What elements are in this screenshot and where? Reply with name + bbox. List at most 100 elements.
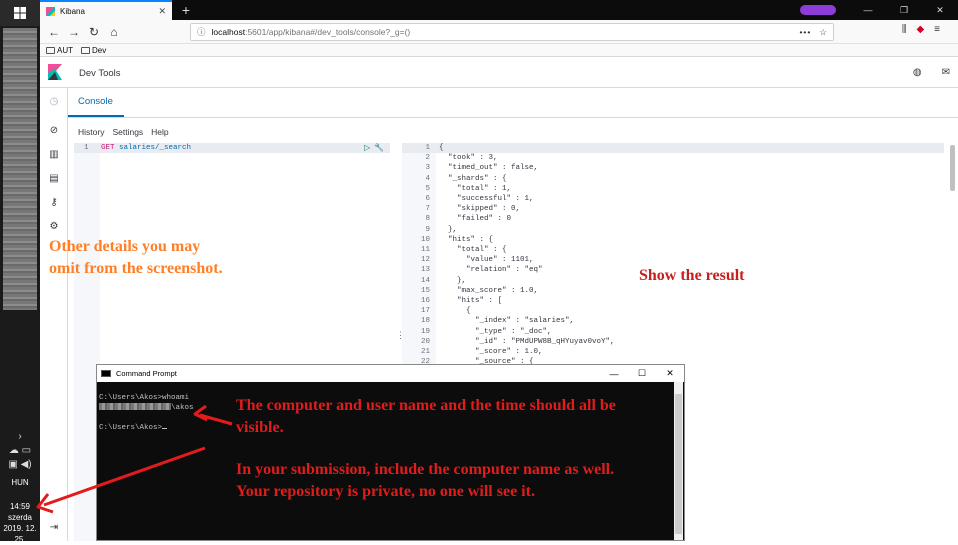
cmd-scrollbar[interactable] [674, 382, 683, 540]
menu-settings[interactable]: Settings [112, 127, 143, 137]
response-line-text: "hits" : [ [439, 297, 503, 305]
response-line-text: "skipped" : 0, [439, 205, 521, 214]
help-globe-icon[interactable]: ◍ [913, 67, 922, 78]
mail-icon[interactable]: ✉ [942, 67, 950, 78]
response-line-text: "_id" : "PMdUPW8B_qHYuyav0voY", [439, 337, 615, 346]
response-line-number: 17 [420, 307, 430, 316]
console-menu: History Settings Help [78, 127, 169, 137]
response-line-number: 1 [425, 144, 430, 152]
response-line: 21 "_score" : 1.0, [402, 348, 942, 358]
response-line: 10 "hits" : { [402, 236, 942, 246]
cmd-window-controls: — ☐ ✕ [600, 365, 684, 382]
response-line-number: 14 [420, 276, 430, 285]
cmd-close-button[interactable]: ✕ [656, 368, 684, 379]
response-line-number: 2 [425, 154, 430, 163]
windows-taskbar: › ☁ ▭ ▣ ◀) HUN 14:59 szerda 2019. 12. 25… [0, 0, 40, 544]
extension-shield-icon[interactable]: ◆ [916, 24, 924, 35]
cmd-scroll-thumb[interactable] [675, 394, 682, 534]
recent-clock-icon[interactable]: ◷ [48, 96, 60, 108]
dashboard-icon[interactable]: ▤ [48, 173, 60, 185]
response-line-number: 9 [425, 225, 430, 234]
close-tab-icon[interactable]: ✕ [158, 6, 166, 17]
menu-history[interactable]: History [78, 127, 104, 137]
editor-request-line[interactable]: GET salaries/_search [101, 144, 191, 152]
response-line-number: 21 [420, 348, 430, 356]
menu-help[interactable]: Help [151, 127, 168, 137]
page-actions-icon[interactable]: ••• [799, 27, 811, 37]
kibana-header: Dev Tools ◍ ✉ [40, 58, 958, 88]
cmd-cursor [162, 428, 168, 429]
kibana-favicon-icon [46, 6, 55, 16]
annotation-show-result: Show the result [639, 267, 745, 284]
window-controls: — ❐ ✕ [800, 0, 958, 20]
clock[interactable]: 14:59 szerda 2019. 12. 25. [0, 501, 40, 545]
management-gear-icon[interactable]: ⚙ [48, 221, 60, 233]
request-method: GET [101, 144, 115, 152]
response-line-number: 5 [425, 184, 430, 193]
request-settings-wrench-icon[interactable]: 🔧 [374, 143, 384, 152]
speaker-icon[interactable]: ▣ ◀) [0, 458, 40, 472]
language-indicator[interactable]: HUN [0, 478, 40, 487]
bookmark-folder-dev[interactable]: Dev [81, 46, 106, 55]
output-scrollbar[interactable] [950, 145, 955, 191]
url-bar[interactable]: ⓘ localhost:5601/app/kibana#/dev_tools/c… [190, 23, 834, 41]
bookmark-folder-aut[interactable]: AUT [46, 46, 73, 55]
back-button[interactable]: ← [46, 24, 62, 40]
response-line-text: "relation" : "eq" [439, 266, 543, 275]
cmd-output[interactable]: C:\Users\Akos>whoami\akos​C:\Users\Akos> [99, 393, 194, 433]
response-line-text: "failed" : 0 [439, 215, 512, 224]
forward-button[interactable]: → [66, 24, 82, 40]
tab-active-indicator [68, 115, 124, 117]
annotation-visibility-requirement: The computer and user name and the time … [236, 397, 616, 436]
clock-day: szerda [7, 513, 32, 522]
command-prompt-window[interactable]: Command Prompt — ☐ ✕ C:\Users\Akos>whoam… [96, 364, 685, 541]
reload-button[interactable]: ↻ [86, 24, 102, 40]
home-button[interactable]: ⌂ [106, 24, 122, 40]
windows-start-button[interactable] [0, 0, 40, 26]
response-line-number: 11 [420, 246, 430, 254]
taskbar-window-thumbnail[interactable] [3, 28, 37, 310]
kibana-side-nav: ◷ ⊘ ▥ ▤ ⚷ ⚙ ⇥ [40, 88, 68, 541]
close-window-button[interactable]: ✕ [922, 5, 958, 16]
response-line-text: }, [439, 225, 458, 234]
minimize-button[interactable]: — [850, 5, 886, 15]
menu-icon[interactable]: ≡ [934, 24, 940, 35]
discover-compass-icon[interactable]: ⊘ [48, 125, 60, 137]
library-icon[interactable]: ⫼ [902, 24, 907, 35]
restore-button[interactable]: ❐ [886, 5, 922, 16]
response-line-number: 19 [420, 327, 430, 336]
cmd-line-result: \akos [99, 403, 194, 413]
send-request-play-icon[interactable]: ▷ [364, 143, 370, 152]
response-line-text: "total" : { [439, 246, 507, 254]
page-title: Dev Tools [79, 68, 121, 79]
tab-console[interactable]: Console [78, 96, 113, 107]
response-line-text: "took" : 3, [439, 154, 498, 163]
response-line-number: 6 [425, 195, 430, 203]
new-tab-button[interactable]: + [178, 2, 194, 18]
collapse-nav-icon[interactable]: ⇥ [48, 522, 60, 534]
response-line-text: "max_score" : 1.0, [439, 286, 539, 295]
clock-date: 2019. 12. 25. [3, 524, 37, 544]
response-line-text: "total" : 1, [439, 184, 512, 193]
cmd-titlebar[interactable]: Command Prompt [97, 365, 684, 382]
kibana-logo-icon[interactable] [48, 64, 62, 80]
url-host: localhost [211, 27, 246, 37]
visualize-chart-icon[interactable]: ▥ [48, 149, 60, 161]
cmd-app-icon [101, 370, 111, 377]
site-info-icon[interactable]: ⓘ [197, 26, 206, 38]
browser-tab-kibana[interactable]: Kibana ✕ [40, 0, 172, 20]
bookmark-star-icon[interactable]: ☆ [819, 27, 827, 38]
dev-tools-wrench-icon[interactable]: ⚷ [48, 197, 60, 209]
bookmarks-toolbar: AUT Dev [40, 44, 958, 57]
response-line-text: "hits" : { [439, 235, 494, 244]
cmd-minimize-button[interactable]: — [600, 369, 628, 379]
chevron-up-icon[interactable]: › [0, 430, 40, 444]
response-line-text: "_score" : 1.0, [439, 348, 543, 356]
cmd-maximize-button[interactable]: ☐ [628, 368, 656, 379]
response-line-text: }, [439, 276, 467, 285]
cmd-title-text: Command Prompt [116, 369, 177, 378]
response-line: 6 "successful" : 1, [402, 195, 942, 205]
tray-icons-row[interactable]: ☁ ▭ [0, 444, 40, 458]
toolbar-right: ⫼ ◆ ≡ [902, 24, 940, 35]
response-line: 2 "took" : 3, [402, 154, 942, 164]
